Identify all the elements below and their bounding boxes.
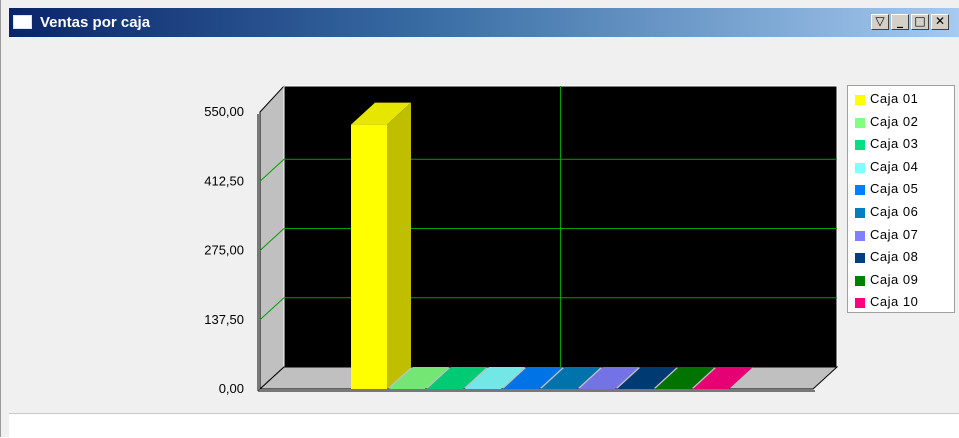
bar-side xyxy=(387,102,411,389)
legend-swatch xyxy=(855,95,865,105)
legend-swatch xyxy=(855,162,865,173)
y-tick-label: 412,50 xyxy=(204,173,244,188)
chart-window: Ventas por caja ▽ _ □ ✕ 0,00 137,50 275,00… xyxy=(0,0,959,438)
y-tick-label: 0,00 xyxy=(219,381,244,396)
legend-swatch xyxy=(855,298,865,309)
legend-label: Caja 02 xyxy=(870,113,919,129)
legend-swatch xyxy=(855,275,865,286)
legend-item: Caja 04 xyxy=(853,158,953,178)
legend-item: Caja 01 xyxy=(853,90,953,110)
legend-item: Caja 07 xyxy=(853,226,953,246)
legend-item: Caja 10 xyxy=(853,293,953,313)
legend-label: Caja 05 xyxy=(870,181,919,197)
chart-legend: Caja 01 Caja 02 Caja 03 Caja 04 Caja 05 Caja … xyxy=(847,85,955,313)
y-tick-label: 137,50 xyxy=(204,312,244,327)
legend-item: Caja 09 xyxy=(853,271,953,291)
legend-label: Caja 04 xyxy=(870,158,919,174)
legend-item: Caja 05 xyxy=(853,180,953,200)
legend-label: Caja 06 xyxy=(870,204,919,219)
y-tick-label: 275,00 xyxy=(204,243,244,258)
legend-label: Caja 01 xyxy=(870,91,919,106)
legend-swatch xyxy=(855,208,865,218)
bar-chart: 0,00 137,50 275,00 412,50 550,00 xyxy=(204,84,839,396)
legend-swatch xyxy=(855,185,865,196)
legend-item: Caja 08 xyxy=(853,248,953,268)
legend-label: Caja 03 xyxy=(870,136,919,152)
bar xyxy=(351,124,387,389)
legend-label: Caja 07 xyxy=(870,226,919,242)
legend-swatch xyxy=(855,230,865,241)
legend-label: Caja 08 xyxy=(870,249,919,265)
left-wall xyxy=(259,84,285,391)
legend-label: Caja 09 xyxy=(870,271,919,287)
legend-item: Caja 03 xyxy=(853,135,953,155)
legend-swatch xyxy=(855,117,865,128)
legend-label: Caja 10 xyxy=(870,294,919,310)
legend-item: Caja 02 xyxy=(853,113,953,133)
legend-swatch xyxy=(855,253,865,264)
legend-item: Caja 06 xyxy=(853,203,953,223)
legend-swatch xyxy=(855,140,865,151)
y-tick-label: 550,00 xyxy=(204,104,244,119)
